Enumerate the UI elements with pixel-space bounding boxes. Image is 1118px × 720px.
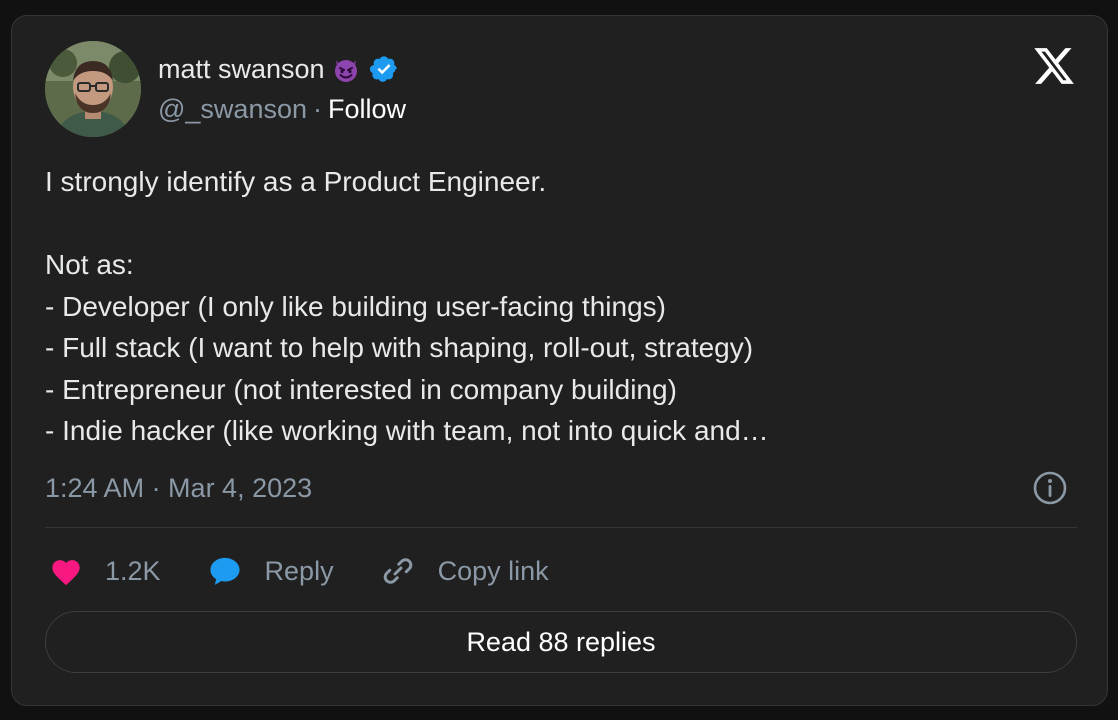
author-handle[interactable]: @_swanson <box>158 94 307 125</box>
like-button[interactable]: 1.2K <box>49 556 161 587</box>
link-icon <box>383 558 412 584</box>
tweet-actions: 1.2K Reply Copy link <box>49 549 595 593</box>
follow-link[interactable]: Follow <box>328 94 406 125</box>
read-replies-label: Read 88 replies <box>466 626 656 657</box>
smiling-devil-emoji-icon <box>331 54 361 84</box>
author-handle-row: @_swanson · Follow <box>158 89 406 129</box>
info-icon[interactable] <box>1032 470 1068 506</box>
heart-icon <box>52 560 80 586</box>
separator-dot: · <box>313 93 322 124</box>
speech-bubble-icon <box>210 557 240 585</box>
read-replies-button[interactable]: Read 88 replies <box>45 611 1077 673</box>
x-logo-icon[interactable] <box>1032 44 1076 88</box>
copy-link-button[interactable]: Copy link <box>380 553 549 589</box>
divider <box>45 527 1077 528</box>
avatar[interactable] <box>45 41 141 137</box>
tweet-text: I strongly identify as a Product Enginee… <box>45 166 769 446</box>
tweet-timestamp[interactable]: 1:24 AM · Mar 4, 2023 <box>45 473 312 504</box>
tweet-embed-card: matt swanson @_swanson · Follow I strong… <box>11 15 1108 706</box>
like-count: 1.2K <box>105 555 161 586</box>
verified-badge-icon <box>369 54 399 84</box>
copy-link-label: Copy link <box>437 555 549 586</box>
tweet-timestamp-row: 1:24 AM · Mar 4, 2023 <box>45 467 312 509</box>
reply-button[interactable]: Reply <box>207 555 334 587</box>
author-name[interactable]: matt swanson <box>158 54 325 85</box>
reply-label: Reply <box>264 555 334 586</box>
author-name-row: matt swanson <box>158 49 399 89</box>
